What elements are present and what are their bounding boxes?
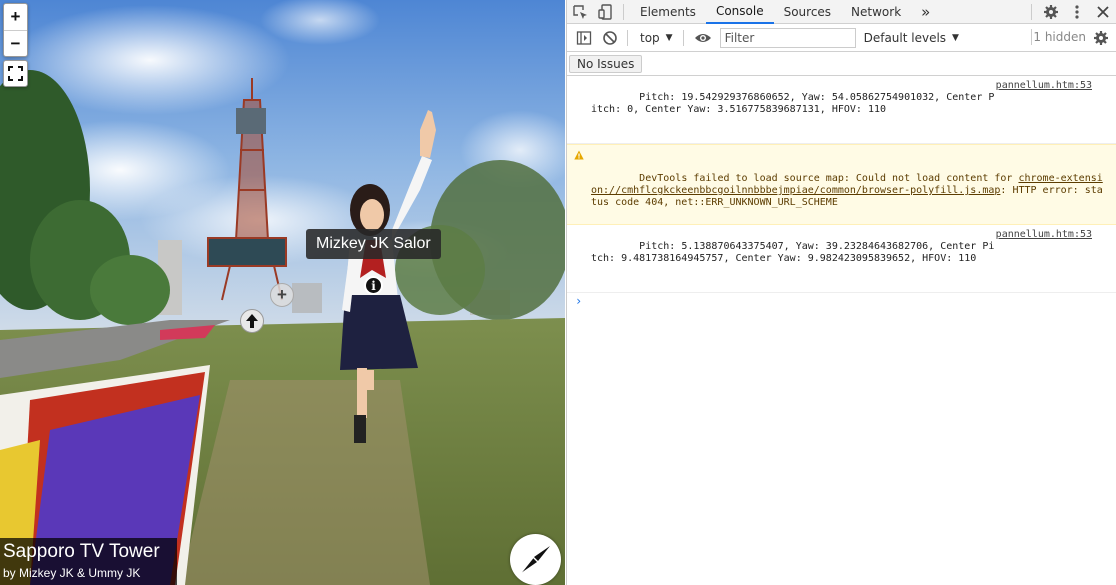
chevron-down-icon: ▼ <box>665 32 673 43</box>
clear-console-button[interactable] <box>597 26 623 50</box>
device-toolbar-button[interactable] <box>593 0 619 24</box>
close-icon <box>1097 6 1109 18</box>
hidden-messages-count: 1 hidden <box>1033 30 1086 44</box>
toolbar-separator <box>1031 29 1032 45</box>
console-toolbar: top ▼ Default levels ▼ 1 hidden <box>567 24 1116 52</box>
toolbar-separator <box>682 29 684 46</box>
panorama-info-box: Sapporo TV Tower by Mizkey JK & Ummy JK <box>0 538 177 585</box>
block-icon <box>603 30 617 45</box>
gear-icon <box>1094 31 1108 45</box>
tab-elements[interactable]: Elements <box>630 0 706 24</box>
source-link[interactable]: pannellum.htm:53 <box>996 229 1092 241</box>
tab-network[interactable]: Network <box>841 0 911 24</box>
inspect-element-button[interactable] <box>567 0 593 24</box>
inspect-cursor-icon <box>573 4 587 19</box>
plus-icon: + <box>277 285 287 304</box>
source-link[interactable]: pannellum.htm:53 <box>996 80 1092 92</box>
info-hotspot[interactable]: i <box>364 276 383 295</box>
hotspot-tooltip: Mizkey JK Salor <box>306 229 441 259</box>
panorama-title: Sapporo TV Tower <box>3 541 160 562</box>
show-sidebar-button[interactable] <box>571 26 597 50</box>
settings-button[interactable] <box>1038 0 1064 24</box>
console-warning: DevTools failed to load source map: Coul… <box>567 144 1116 225</box>
live-expression-button[interactable] <box>690 26 716 50</box>
sidebar-toggle-icon <box>576 30 592 45</box>
toolbar-separator <box>627 29 628 46</box>
zoom-controls: + − <box>3 3 28 57</box>
issues-button[interactable]: No Issues <box>569 54 643 73</box>
arrow-up-icon <box>246 314 258 328</box>
console-messages[interactable]: Pitch: 19.542929376860652, Yaw: 54.05862… <box>567 76 1116 307</box>
fullscreen-button[interactable] <box>3 60 28 87</box>
zoom-in-button[interactable]: + <box>4 4 27 30</box>
fullscreen-icon <box>8 66 23 81</box>
filter-input[interactable] <box>719 27 856 48</box>
vertical-dots-icon <box>1075 5 1079 19</box>
tab-separator <box>623 3 624 20</box>
tab-sources[interactable]: Sources <box>774 0 841 24</box>
zoom-out-button[interactable]: − <box>4 30 27 56</box>
compass-icon <box>520 546 550 574</box>
info-icon: i <box>371 278 376 293</box>
gear-icon <box>1044 5 1058 19</box>
tab-console[interactable]: Console <box>705 0 774 24</box>
devtools-panel: Elements Console Sources Network » top ▼… <box>566 0 1116 585</box>
message-text: Pitch: 19.542929376860652, Yaw: 54.05862… <box>591 92 995 115</box>
context-label: top <box>640 30 660 45</box>
console-message: Pitch: 19.542929376860652, Yaw: 54.05862… <box>567 76 1116 144</box>
close-devtools-button[interactable] <box>1090 0 1116 24</box>
chevron-down-icon: ▼ <box>952 32 959 43</box>
message-text: Pitch: 5.138870643375407, Yaw: 39.232846… <box>591 241 995 264</box>
more-tabs-button[interactable]: » <box>911 0 940 24</box>
screen: + − Mizkey JK Salor i + Sapporo TV Tower… <box>0 0 1116 585</box>
tab-separator <box>1031 4 1032 20</box>
devtools-tabbar: Elements Console Sources Network » <box>567 0 1116 24</box>
device-icon <box>598 3 612 20</box>
panorama-viewer[interactable]: + − Mizkey JK Salor i + Sapporo TV Tower… <box>0 0 565 585</box>
console-prompt[interactable]: › <box>567 293 1116 307</box>
warning-icon <box>574 150 584 160</box>
panorama-author: by Mizkey JK & Ummy JK <box>3 566 141 580</box>
compass[interactable] <box>510 534 561 585</box>
scene-hotspot[interactable] <box>240 309 264 333</box>
issues-bar: No Issues <box>567 52 1116 76</box>
more-options-button[interactable] <box>1064 0 1090 24</box>
context-selector[interactable]: top ▼ <box>634 28 679 48</box>
eye-icon <box>694 33 711 42</box>
add-hotspot[interactable]: + <box>270 283 294 307</box>
log-levels-label: Default levels <box>863 30 947 45</box>
console-settings-button[interactable] <box>1088 26 1114 50</box>
console-message: Pitch: 5.138870643375407, Yaw: 39.232846… <box>567 225 1116 293</box>
warning-text-before: DevTools failed to load source map: Coul… <box>639 173 1019 184</box>
log-levels-dropdown[interactable]: Default levels ▼ <box>864 31 959 45</box>
